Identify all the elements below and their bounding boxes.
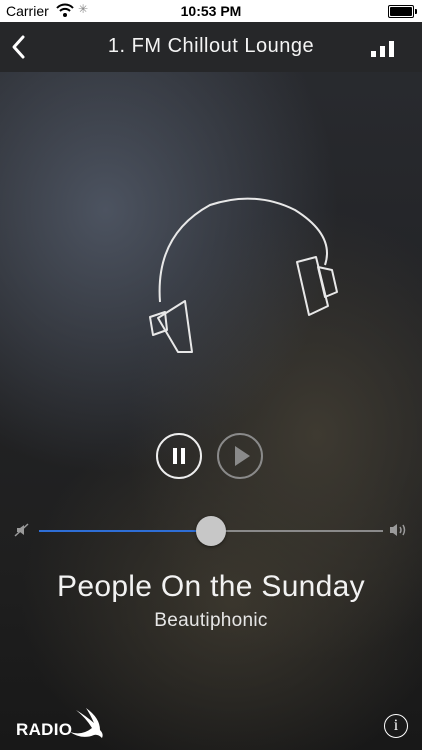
pause-button[interactable]: [156, 433, 202, 479]
volume-high-icon: [388, 522, 408, 543]
navigation-bar: 1. FM Chillout Lounge: [0, 22, 422, 72]
volume-track-fill: [39, 530, 211, 532]
pause-icon: [173, 448, 185, 464]
play-button[interactable]: [217, 433, 263, 479]
artist-name: Beautiphonic: [154, 610, 268, 631]
battery-icon: [388, 5, 417, 18]
swift-bird-icon: [70, 708, 103, 738]
song-title: People On the Sunday: [57, 570, 365, 603]
signal-bars-button[interactable]: [370, 40, 396, 58]
volume-low-icon: [14, 522, 30, 543]
logo-text: RADIO: [16, 720, 73, 739]
battery-fill: [390, 7, 412, 16]
info-icon: i: [393, 717, 399, 734]
status-time: 10:53 PM: [180, 3, 242, 19]
volume-thumb[interactable]: [196, 516, 226, 546]
station-title: 1. FM Chillout Lounge: [107, 35, 315, 57]
play-icon: [235, 446, 250, 466]
battery-tip: [415, 9, 417, 14]
headphones-icon: [145, 190, 345, 365]
status-bar: Carrier ✳ 10:53 PM: [0, 0, 422, 22]
volume-slider[interactable]: [14, 516, 410, 546]
info-button[interactable]: i: [384, 714, 408, 738]
signal-bars-icon: [371, 41, 394, 57]
